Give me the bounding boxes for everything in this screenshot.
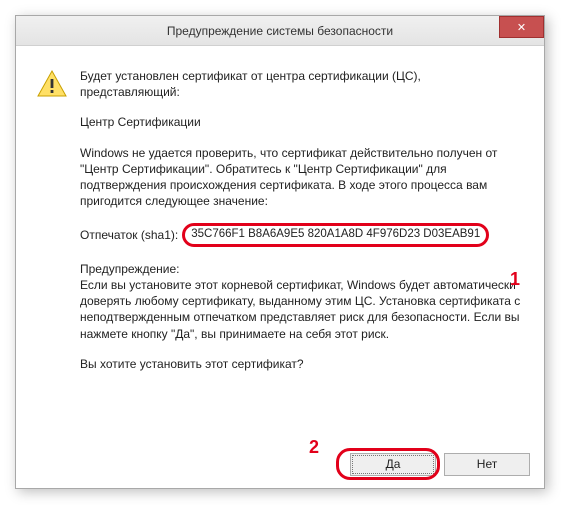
- no-button[interactable]: Нет: [444, 453, 530, 476]
- thumbprint-value: 35C766F1 B8A6A9E5 820A1A8D 4F976D23 D03E…: [182, 223, 489, 247]
- dialog-content: Будет установлен сертификат от центра се…: [16, 46, 544, 440]
- text-column: Будет установлен сертификат от центра се…: [80, 68, 524, 428]
- warning-heading: Предупреждение:: [80, 262, 179, 276]
- thumbprint-row: Отпечаток (sha1): 35C766F1 B8A6A9E5 820A…: [80, 223, 524, 247]
- yes-button[interactable]: Да: [350, 453, 436, 476]
- close-button[interactable]: ✕: [499, 16, 544, 38]
- warning-body: Если вы установите этот корневой сертифи…: [80, 278, 520, 341]
- annotation-1: 1: [510, 269, 520, 290]
- annotation-2: 2: [309, 437, 319, 458]
- cannot-verify-text: Windows не удается проверить, что сертиф…: [80, 145, 524, 210]
- close-icon: ✕: [517, 21, 526, 34]
- warning-paragraph: Предупреждение: Если вы установите этот …: [80, 261, 524, 342]
- security-warning-dialog: Предупреждение системы безопасности ✕ Бу…: [15, 15, 545, 489]
- install-question: Вы хотите установить этот сертификат?: [80, 356, 524, 372]
- icon-column: [36, 68, 80, 428]
- ca-name: Центр Сертификации: [80, 114, 524, 130]
- warning-icon: [36, 68, 80, 100]
- titlebar: Предупреждение системы безопасности ✕: [16, 16, 544, 46]
- thumbprint-label: Отпечаток (sha1):: [80, 227, 178, 243]
- intro-text: Будет установлен сертификат от центра се…: [80, 68, 524, 100]
- button-row: 2 Да Нет: [16, 440, 544, 488]
- window-title: Предупреждение системы безопасности: [167, 24, 393, 38]
